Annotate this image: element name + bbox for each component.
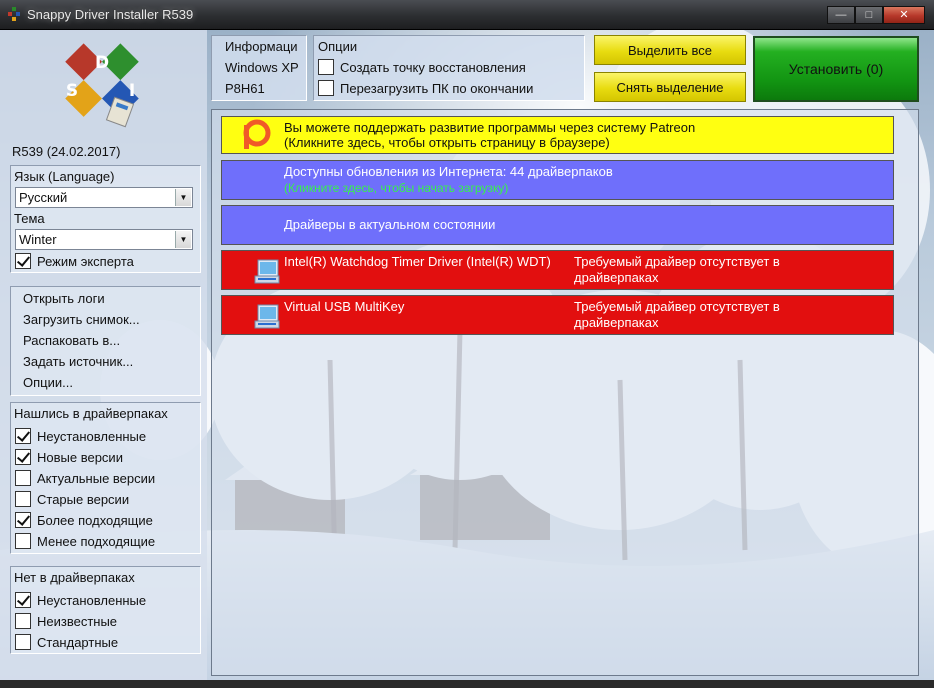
patreon-row[interactable]: Вы можете поддержать развитие программы …: [221, 116, 894, 154]
window-title: Snappy Driver Installer R539: [27, 7, 194, 22]
filter-missing[interactable]: Неустановленные: [15, 591, 146, 609]
sdi-logo-icon: D S I: [65, 43, 139, 128]
filter-better-match[interactable]: Более подходящие: [15, 511, 153, 529]
uptodate-text: Драйверы в актуальном состоянии: [284, 217, 496, 232]
language-label: Язык (Language): [14, 169, 115, 184]
chevron-down-icon[interactable]: ▼: [175, 231, 191, 248]
menu-load-snapshot[interactable]: Загрузить снимок...: [23, 312, 140, 327]
reboot-label: Перезагрузить ПК по окончании: [340, 80, 534, 96]
filter-label: Неустановленные: [37, 428, 147, 444]
filter-not-installed[interactable]: Неустановленные: [15, 427, 146, 445]
checkbox[interactable]: [15, 634, 31, 650]
driver-name: Intel(R) Watchdog Timer Driver (Intel(R)…: [284, 254, 551, 269]
reboot-checkbox[interactable]: Перезагрузить ПК по окончании: [318, 79, 533, 97]
taskbar-strip: [0, 680, 934, 688]
filter-unknown[interactable]: Неизвестные: [15, 612, 117, 630]
checkbox[interactable]: [15, 470, 31, 486]
checkbox[interactable]: [15, 491, 31, 507]
checkbox[interactable]: [15, 592, 31, 608]
driver-row[interactable]: Virtual USB MultiKey Требуемый драйвер о…: [221, 295, 894, 335]
filter-label: Менее подходящие: [37, 533, 156, 549]
select-all-button[interactable]: Выделить все: [594, 35, 746, 65]
title-bar[interactable]: Snappy Driver Installer R539 — □ ✕: [0, 0, 934, 30]
chevron-down-icon[interactable]: ▼: [175, 189, 191, 206]
updates-text: Доступны обновления из Интернета: 44 дра…: [284, 164, 613, 179]
expert-mode-checkbox[interactable]: Режим эксперта: [15, 252, 134, 270]
computer-monitor-icon: [254, 304, 280, 329]
window-controls: — □ ✕: [827, 6, 925, 24]
filter-label: Более подходящие: [37, 512, 153, 528]
checkbox[interactable]: [318, 80, 334, 96]
checkbox[interactable]: [15, 613, 31, 629]
filter-worse-match[interactable]: Менее подходящие: [15, 532, 155, 550]
checkbox[interactable]: [15, 512, 31, 528]
notfound-title: Нет в драйверпаках: [14, 570, 135, 585]
filter-new-versions[interactable]: Новые версии: [15, 448, 123, 466]
expert-mode-label: Режим эксперта: [37, 253, 134, 269]
svg-text:D: D: [95, 53, 109, 73]
board-label: P8H61: [225, 81, 265, 96]
patreon-text: Вы можете поддержать развитие программы …: [284, 120, 696, 135]
language-select[interactable]: Русский ▼: [15, 187, 193, 208]
deselect-button[interactable]: Снять выделение: [594, 72, 746, 102]
uptodate-row[interactable]: Драйверы в актуальном состоянии: [221, 205, 894, 245]
left-panel: D S I R539 (24.02.2017) Язык (Language) …: [0, 30, 207, 680]
menu-set-source[interactable]: Задать источник...: [23, 354, 133, 369]
patreon-icon: [243, 119, 271, 149]
driver-status: Требуемый драйвер отсутствует в драйверп…: [574, 254, 780, 285]
system-info-panel: Информаци Windows XP P8H61: [211, 35, 307, 101]
close-icon[interactable]: ✕: [883, 6, 925, 24]
checkbox[interactable]: [15, 428, 31, 444]
updates-row[interactable]: Доступны обновления из Интернета: 44 дра…: [221, 160, 894, 200]
language-value: Русский: [19, 190, 68, 205]
filter-label: Неустановленные: [37, 592, 147, 608]
version-label: R539 (24.02.2017): [12, 144, 121, 159]
found-title: Нашлись в драйверпаках: [14, 406, 168, 421]
filter-label: Старые версии: [37, 491, 130, 507]
notfound-filter-box: Нет в драйверпаках Неустановленные Неизв…: [10, 566, 201, 654]
driver-list[interactable]: Вы можете поддержать развитие программы …: [211, 109, 919, 676]
minimize-icon[interactable]: —: [827, 6, 855, 24]
info-title: Информаци: [225, 39, 298, 54]
updates-subtext: (Кликните здесь, чтобы начать загрузку): [284, 181, 509, 195]
svg-text:S: S: [66, 81, 78, 101]
restore-point-checkbox[interactable]: Создать точку восстановления: [318, 58, 526, 76]
checkbox[interactable]: [15, 253, 31, 269]
svg-text:I: I: [129, 81, 135, 101]
os-label: Windows XP: [225, 60, 299, 75]
theme-label: Тема: [14, 211, 45, 226]
restore-point-label: Создать точку восстановления: [340, 59, 526, 75]
filter-label: Актуальные версии: [37, 470, 156, 486]
checkbox[interactable]: [15, 533, 31, 549]
filter-label: Новые версии: [37, 449, 123, 465]
maximize-icon[interactable]: □: [855, 6, 883, 24]
theme-select[interactable]: Winter ▼: [15, 229, 193, 250]
menu-open-logs[interactable]: Открыть логи: [23, 291, 105, 306]
filter-label: Неизвестные: [37, 613, 118, 629]
computer-monitor-icon: [254, 259, 280, 284]
driver-status: Требуемый драйвер отсутствует в драйверп…: [574, 299, 780, 330]
actions-menu: Открыть логи Загрузить снимок... Распако…: [10, 286, 201, 396]
options-title: Опции: [318, 39, 358, 54]
theme-value: Winter: [19, 232, 57, 247]
driver-name: Virtual USB MultiKey: [284, 299, 405, 314]
main-window: D S I R539 (24.02.2017) Язык (Language) …: [0, 30, 934, 680]
menu-extract-to[interactable]: Распаковать в...: [23, 333, 120, 348]
settings-box: Язык (Language) Русский ▼ Тема Winter ▼ …: [10, 165, 201, 273]
patreon-subtext: (Кликните здесь, чтобы открыть страницу …: [284, 135, 610, 150]
filter-standard[interactable]: Стандартные: [15, 633, 118, 651]
options-panel: Опции Создать точку восстановления Перез…: [313, 35, 585, 101]
filter-old-versions[interactable]: Старые версии: [15, 490, 129, 508]
checkbox[interactable]: [15, 449, 31, 465]
checkbox[interactable]: [318, 59, 334, 75]
filter-current-versions[interactable]: Актуальные версии: [15, 469, 155, 487]
driver-row[interactable]: Intel(R) Watchdog Timer Driver (Intel(R)…: [221, 250, 894, 290]
menu-options[interactable]: Опции...: [23, 375, 73, 390]
found-filter-box: Нашлись в драйверпаках Неустановленные Н…: [10, 402, 201, 554]
install-button[interactable]: Установить (0): [753, 36, 919, 102]
filter-label: Стандартные: [37, 634, 119, 650]
app-icon: [8, 7, 20, 21]
